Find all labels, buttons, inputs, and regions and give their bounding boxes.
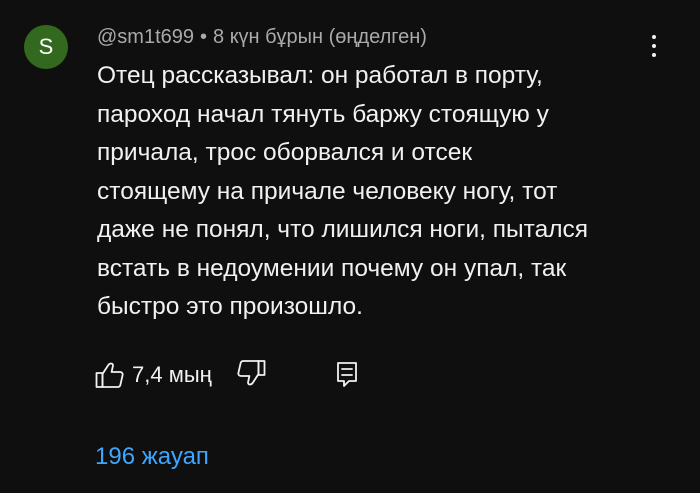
comment-line: даже не понял, что лишился ноги, пытался	[97, 216, 589, 243]
comment-header: @sm1t699 • 8 күн бұрын (өңделген)	[97, 23, 427, 51]
thumb-up-icon	[95, 362, 124, 388]
timestamp[interactable]: 8 күн бұрын (өңделген)	[213, 26, 427, 48]
like-count: 7,4 мың	[132, 362, 212, 387]
more-vert-icon	[652, 35, 656, 57]
reply-comment-icon	[337, 362, 357, 387]
comment-line: стоящему на причале человеку ногу, тот	[97, 177, 558, 205]
comment-line: встать в недоумении почему он упал, так	[97, 254, 567, 282]
author-name[interactable]: @sm1t699	[97, 26, 194, 48]
comment-line: причала, трос оборвался и отсек	[97, 139, 473, 166]
reply-button[interactable]	[335, 360, 359, 388]
thumb-down-icon	[237, 360, 266, 386]
meta-separator: •	[200, 26, 208, 48]
avatar[interactable]: S	[24, 25, 68, 69]
dislike-button[interactable]	[236, 359, 266, 387]
comment-line: Отец рассказывал: он работал в порту,	[97, 62, 543, 89]
comment-item: S @sm1t699 • 8 күн бұрын (өңделген) Отец р…	[0, 0, 700, 493]
avatar-letter: S	[38, 34, 54, 59]
like-button[interactable]	[95, 361, 125, 389]
comment-actions: 7,4 мың	[95, 357, 395, 391]
view-replies-link[interactable]: 196 жауап	[95, 442, 209, 472]
comment-body: Отец рассказывал: он работал в порту, па…	[97, 57, 662, 327]
comment-line: быстро это произошло.	[97, 293, 363, 320]
comment-line: пароход начал тянуть баржу стоящую у	[97, 100, 549, 128]
